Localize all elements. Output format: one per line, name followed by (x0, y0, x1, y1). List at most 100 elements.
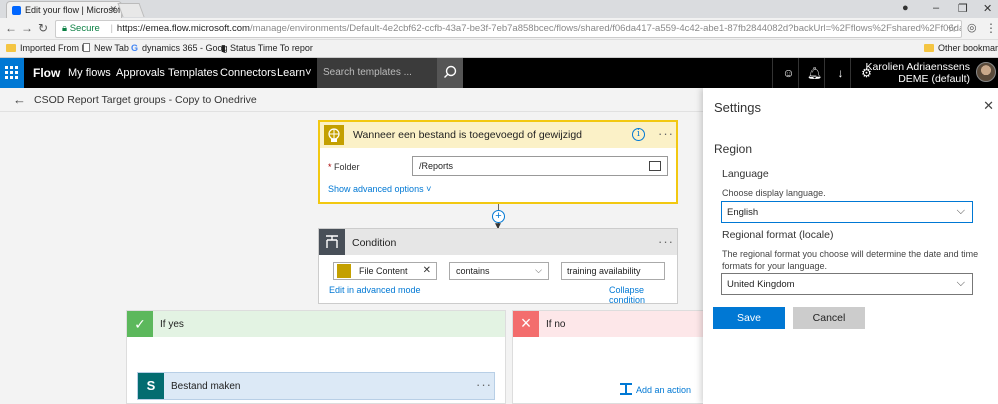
if-no-title: If no (546, 319, 566, 330)
more-options-icon[interactable]: ··· (476, 377, 492, 392)
url-bar[interactable]: 🔒︎ Secure | https://emea.flow.microsoft.c… (55, 20, 962, 38)
forward-icon[interactable]: → (21, 21, 33, 35)
extension-icon[interactable]: ◎ (967, 21, 977, 34)
nav-connectors[interactable]: Connectors (220, 67, 276, 79)
chevron-down-icon: ⌵ (956, 277, 965, 289)
info-icon[interactable]: i (632, 128, 645, 141)
bookmarks-bar: Imported From IE New Tab Gdynamics 365 -… (0, 40, 998, 58)
secure-label: Secure (69, 23, 100, 34)
bookmark-item[interactable]: Gdynamics 365 - Goog (131, 43, 228, 53)
flow-top-nav: Flow My flows Approvals Templates Connec… (0, 58, 998, 88)
action-title: Bestand maken (171, 381, 241, 392)
create-file-action-card[interactable]: S Bestand maken ··· (137, 372, 495, 400)
trigger-title: Wanneer een bestand is toegevoegd of gew… (353, 129, 583, 141)
token-label: File Content (359, 266, 408, 276)
locale-description: The regional format you choose will dete… (722, 249, 979, 271)
other-bookmarks[interactable]: Other bookmarks (924, 43, 998, 53)
minimize-icon[interactable]: – (933, 2, 939, 14)
condition-title: Condition (352, 237, 397, 249)
if-yes-title: If yes (160, 319, 184, 330)
url-separator: | (110, 23, 113, 34)
nav-approvals[interactable]: Approvals (116, 67, 165, 79)
file-content-token[interactable]: File Content ✕ (333, 262, 437, 280)
menu-icon[interactable]: ⋮ (985, 21, 997, 35)
condition-header[interactable]: Condition ··· (319, 229, 677, 255)
profile-icon[interactable]: ● (902, 2, 909, 14)
new-tab-button[interactable] (117, 3, 145, 17)
if-no-header[interactable]: × If no (513, 311, 703, 337)
app-launcher-icon[interactable] (0, 58, 24, 88)
more-options-icon[interactable]: ··· (658, 234, 674, 249)
browser-tab-bar: Edit your flow | Microsoft ✕ ● – ❐ ✕ (0, 0, 998, 18)
url-path: /manage/environments/Default-4e2cbf62-cc… (249, 23, 962, 34)
lock-icon: 🔒︎ (62, 23, 68, 34)
show-advanced-options-link[interactable]: Show advanced options ˅ (328, 184, 431, 194)
back-icon[interactable]: ← (5, 21, 17, 35)
search-button[interactable] (437, 58, 463, 88)
close-icon[interactable]: ✕ (983, 98, 994, 114)
settings-panel: Settings ✕ Region Language Choose displa… (703, 88, 998, 404)
nav-learn[interactable]: Learn˅ (277, 67, 312, 79)
language-label: Language (722, 168, 769, 180)
language-select[interactable]: English ⌵ (721, 201, 973, 223)
settings-title: Settings (714, 100, 761, 115)
condition-icon (319, 229, 345, 255)
if-yes-branch: ✓ If yes S Bestand maken ··· (126, 310, 506, 404)
reload-icon[interactable]: ↻ (38, 21, 48, 35)
address-row: ← → ↻ 🔒︎ Secure | https://emea.flow.micro… (0, 18, 998, 40)
nav-templates[interactable]: Templates (168, 67, 218, 79)
condition-value-input[interactable]: training availability (561, 262, 665, 280)
close-x-icon: × (513, 311, 539, 337)
locale-select[interactable]: United Kingdom ⌵ (721, 273, 973, 295)
more-options-icon[interactable]: ··· (658, 126, 674, 141)
folder-icon (924, 44, 934, 52)
flow-designer-canvas: Wanneer een bestand is toegevoegd of gew… (0, 112, 703, 404)
add-action-icon (620, 383, 632, 395)
restore-icon[interactable]: ❐ (958, 2, 968, 15)
bookmark-item[interactable]: Imported From IE (6, 43, 90, 53)
add-action-link[interactable]: Add an action (620, 383, 691, 395)
collapse-condition-link[interactable]: Collapse condition (609, 285, 677, 305)
onedrive-trigger-icon (324, 125, 344, 145)
bookmark-item[interactable]: ▮ Status Time To repor (221, 43, 313, 54)
back-arrow-icon[interactable]: ← (13, 92, 26, 107)
remove-token-icon[interactable]: ✕ (423, 265, 431, 276)
language-description: Choose display language. (722, 188, 826, 198)
if-no-branch: × If no Add an action (512, 310, 703, 404)
bookmark-item[interactable]: New Tab (83, 43, 129, 53)
bookmark-star-icon[interactable]: ☆ (947, 21, 957, 37)
checkmark-icon: ✓ (127, 311, 153, 337)
sharepoint-icon: S (138, 373, 164, 399)
folder-label: * Folder (328, 162, 360, 172)
flow-name: CSOD Report Target groups - Copy to Oned… (34, 94, 257, 106)
folder-icon (6, 44, 16, 52)
flow-brand[interactable]: Flow (33, 66, 60, 80)
edit-advanced-mode-link[interactable]: Edit in advanced mode (329, 285, 421, 295)
operator-select[interactable]: contains ⌵ (449, 262, 549, 280)
flow-favicon-icon (12, 6, 21, 15)
user-name: Karolien Adriaenssens (865, 61, 970, 73)
url-host: https://emea.flow.microsoft.com (116, 23, 250, 34)
page-icon (83, 43, 90, 52)
locale-label: Regional format (locale) (722, 229, 834, 241)
trigger-card[interactable]: Wanneer een bestand is toegevoegd of gew… (318, 120, 678, 204)
cancel-button[interactable]: Cancel (793, 307, 865, 329)
if-yes-header[interactable]: ✓ If yes (127, 311, 505, 337)
folder-input[interactable]: /Reports (412, 156, 668, 176)
browser-tab[interactable]: Edit your flow | Microsoft ✕ (6, 1, 122, 18)
user-environment: DEME (default) (898, 73, 970, 85)
condition-card[interactable]: Condition ··· File Content ✕ contains ⌵ … (318, 228, 678, 305)
flow-subheader: ← CSOD Report Target groups - Copy to On… (0, 88, 703, 112)
folder-picker-icon[interactable] (649, 161, 661, 171)
nav-my-flows[interactable]: My flows (68, 67, 111, 79)
window-close-icon[interactable]: ✕ (983, 2, 992, 15)
tab-close-icon[interactable]: ✕ (109, 4, 117, 15)
trigger-header[interactable]: Wanneer een bestand is toegevoegd of gew… (320, 122, 676, 148)
tab-title: Edit your flow | Microsoft (25, 5, 122, 15)
avatar[interactable] (976, 62, 996, 82)
save-button[interactable]: Save (713, 307, 785, 329)
user-info[interactable]: Karolien Adriaenssens DEME (default) (866, 61, 970, 85)
search-icon (444, 65, 457, 78)
chart-icon: ▮ (221, 43, 226, 53)
google-icon: G (131, 43, 139, 53)
